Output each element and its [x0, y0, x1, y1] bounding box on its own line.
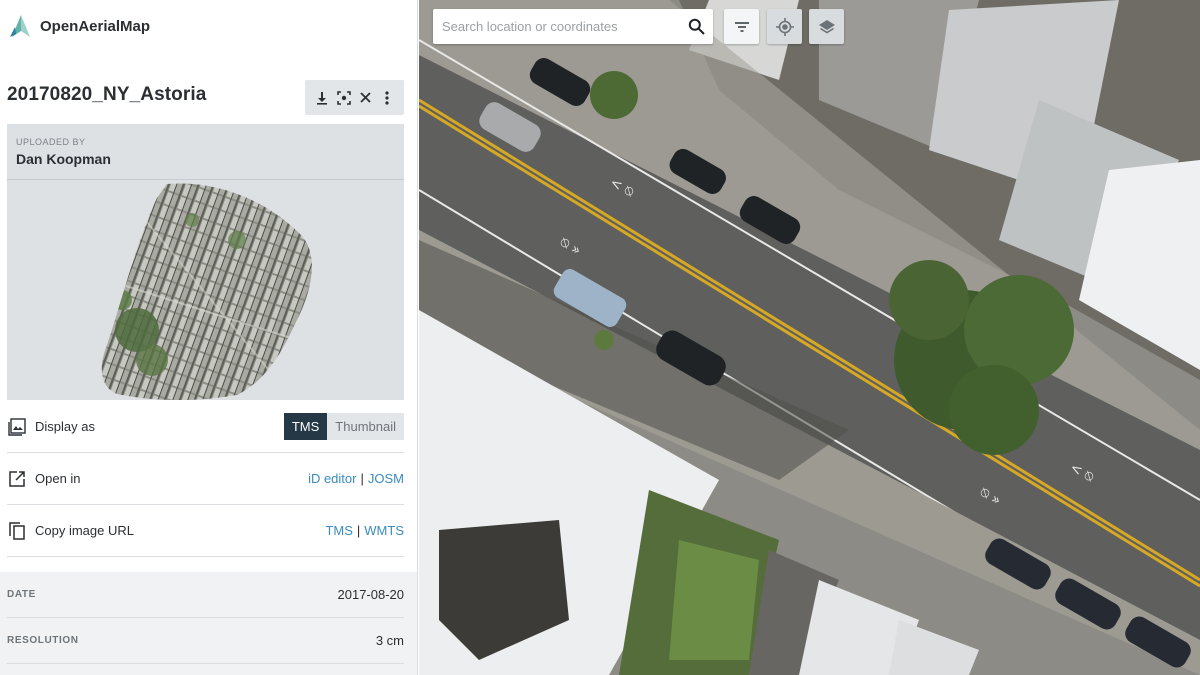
display-as-label: Display as: [35, 419, 95, 434]
filter-button[interactable]: [724, 9, 759, 44]
search-icon[interactable]: [679, 9, 713, 44]
copy-url-row: Copy image URL TMS | WMTS: [7, 505, 404, 557]
resolution-row: RESOLUTION 3 cm: [7, 618, 404, 664]
copy-wmts-link[interactable]: WMTS: [364, 523, 404, 538]
resolution-label: RESOLUTION: [7, 635, 79, 646]
search-input[interactable]: [433, 9, 679, 44]
display-as-row: Display as TMS Thumbnail: [7, 401, 404, 453]
brand-name: OpenAerialMap: [40, 17, 151, 35]
copy-icon: [7, 521, 27, 541]
date-value: 2017-08-20: [337, 587, 405, 602]
metadata-panel: DATE 2017-08-20 RESOLUTION 3 cm: [0, 572, 417, 675]
open-in-label: Open in: [35, 471, 81, 486]
image-icon: [7, 417, 27, 437]
preview-card: UPLOADED BY Dan Koopman: [7, 124, 404, 400]
display-tms-option[interactable]: TMS: [283, 413, 328, 440]
locate-button[interactable]: [767, 9, 802, 44]
aerial-imagery: < ⍉ ⍉ » < ⍉ ⍉ »: [419, 0, 1200, 675]
open-josm-link[interactable]: JOSM: [368, 471, 404, 486]
copy-tms-link[interactable]: TMS: [325, 523, 352, 538]
locate-icon: [775, 17, 794, 36]
copy-url-label: Copy image URL: [35, 523, 134, 538]
layers-icon: [818, 19, 835, 33]
image-title: 20170820_NY_Astoria: [7, 84, 207, 105]
display-mode-toggle: TMS Thumbnail: [283, 413, 404, 440]
display-thumbnail-option[interactable]: Thumbnail: [327, 413, 404, 440]
map-canvas[interactable]: < ⍉ ⍉ » < ⍉ ⍉ »: [419, 0, 1200, 675]
open-in-links: iD editor | JOSM: [308, 471, 404, 486]
date-row: DATE 2017-08-20: [7, 572, 404, 618]
filter-icon: [734, 21, 749, 32]
fit-bounds-icon[interactable]: [336, 90, 352, 106]
image-thumbnail: [101, 183, 312, 400]
link-separator: |: [360, 471, 364, 486]
uploaded-by-label: UPLOADED BY: [16, 137, 86, 147]
uploader-name[interactable]: Dan Koopman: [16, 151, 111, 167]
brand[interactable]: OpenAerialMap: [8, 12, 150, 40]
sidebar: OpenAerialMap 20170820_NY_Astoria UPLOAD…: [0, 0, 418, 675]
more-vertical-icon[interactable]: [379, 90, 395, 106]
open-id-editor-link[interactable]: iD editor: [308, 471, 356, 486]
date-label: DATE: [7, 589, 36, 600]
close-icon[interactable]: [357, 90, 373, 106]
copy-url-links: TMS | WMTS: [325, 523, 404, 538]
open-in-row: Open in iD editor | JOSM: [7, 453, 404, 505]
location-search: [433, 9, 713, 44]
resolution-value: 3 cm: [375, 633, 404, 648]
external-link-icon: [7, 469, 27, 489]
title-actions: [305, 80, 404, 115]
logo-icon: [10, 15, 30, 37]
download-icon[interactable]: [314, 90, 330, 106]
link-separator: |: [356, 523, 361, 538]
layers-button[interactable]: [809, 9, 844, 44]
